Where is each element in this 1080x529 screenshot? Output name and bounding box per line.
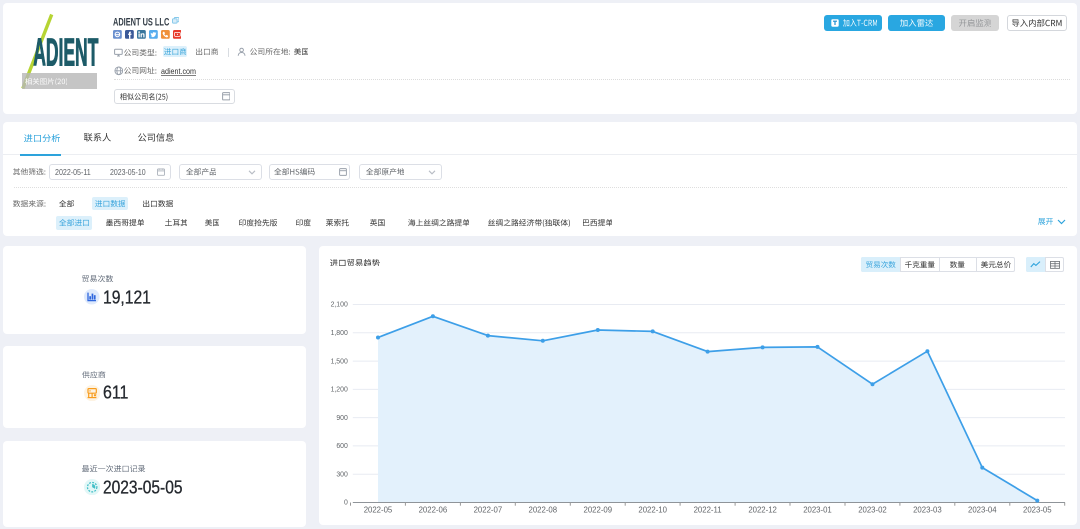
svg-text:2022-06: 2022-06 (418, 505, 447, 514)
svg-text:adient.com: adient.com (161, 67, 196, 76)
svg-text:611: 611 (103, 385, 128, 403)
svg-text:1,800: 1,800 (330, 330, 347, 337)
svg-text:900: 900 (336, 415, 348, 422)
svg-text:19,121: 19,121 (103, 289, 151, 308)
svg-text:2023-03: 2023-03 (913, 505, 942, 514)
svg-text:ADIENT US LLC: ADIENT US LLC (113, 16, 170, 28)
svg-text:300: 300 (336, 471, 348, 478)
svg-text:2022-07: 2022-07 (473, 505, 502, 514)
svg-text:2022-05: 2022-05 (363, 505, 392, 514)
svg-text:2023-05-05: 2023-05-05 (103, 480, 183, 498)
svg-text:1,500: 1,500 (330, 358, 347, 365)
svg-text:2023-05-10: 2023-05-10 (110, 168, 146, 177)
svg-text:2,100: 2,100 (330, 302, 347, 309)
svg-text:2022-12: 2022-12 (748, 505, 777, 514)
svg-text:ADIENT: ADIENT (33, 32, 98, 75)
svg-text:0: 0 (344, 500, 348, 507)
svg-text:2022-05-11: 2022-05-11 (55, 168, 91, 177)
svg-text:2023-01: 2023-01 (803, 505, 832, 514)
svg-text:2022-09: 2022-09 (583, 505, 612, 514)
svg-text:2023-04: 2023-04 (968, 505, 997, 514)
svg-text:2023-02: 2023-02 (858, 505, 887, 514)
svg-text:2022-10: 2022-10 (638, 505, 667, 514)
svg-text:2022-11: 2022-11 (693, 505, 721, 514)
svg-text:600: 600 (336, 443, 348, 450)
svg-text:1,200: 1,200 (330, 387, 347, 394)
svg-text:2022-08: 2022-08 (528, 505, 557, 514)
svg-text:2023-05: 2023-05 (1023, 505, 1052, 514)
